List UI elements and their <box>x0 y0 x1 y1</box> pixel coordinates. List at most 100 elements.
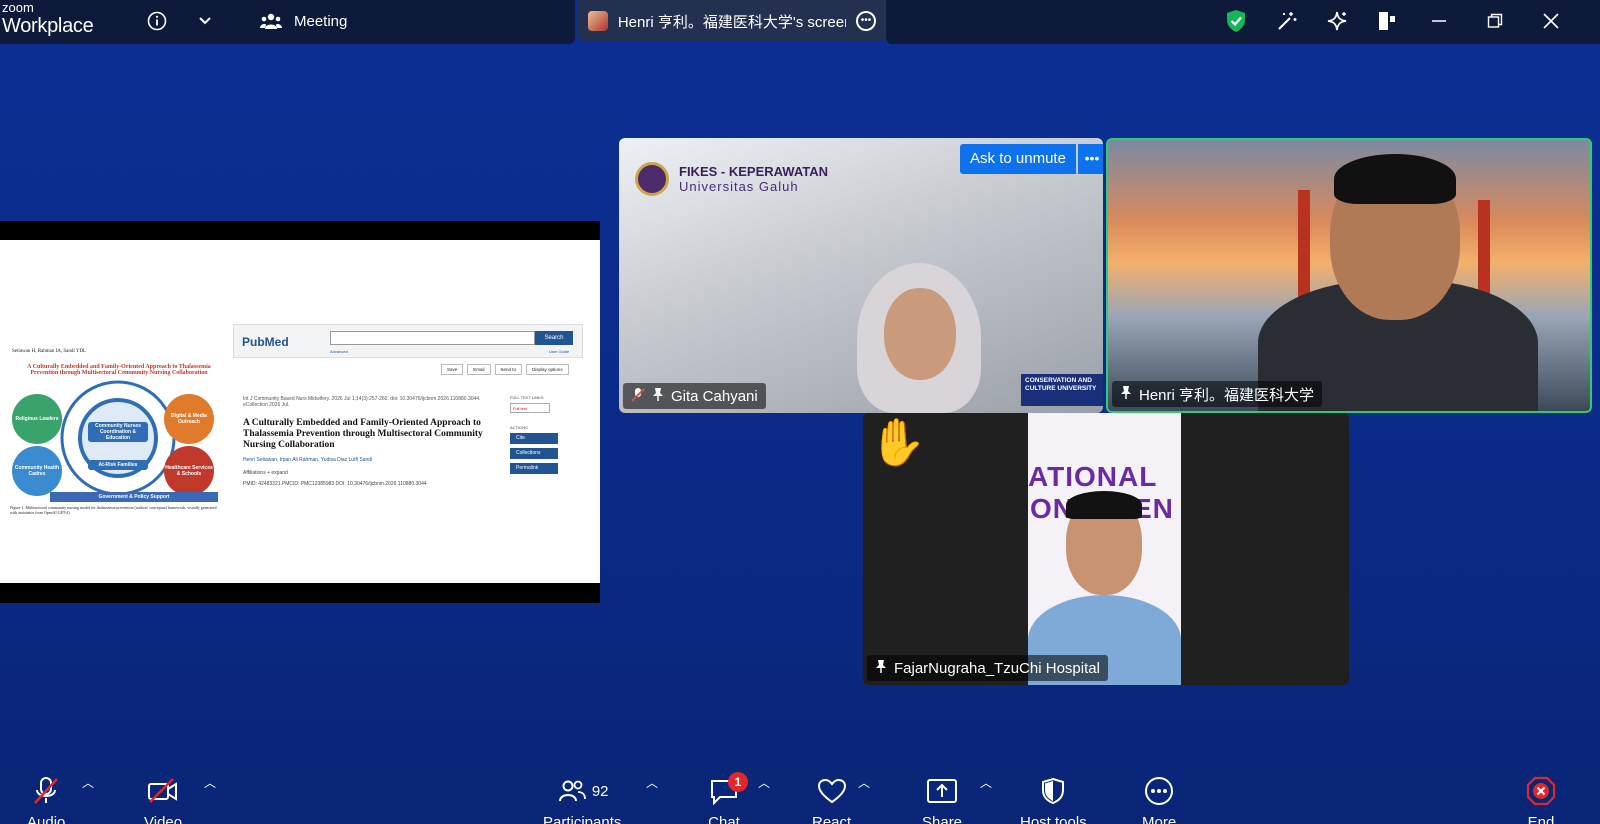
video-button[interactable]: Video <box>144 776 182 824</box>
pubmed-sidebar: FULL TEXT LINKS Full text ACTIONS Cite C… <box>510 395 570 478</box>
pubmed-journal-line: Int J Community Based Nurs Midwifery. 20… <box>243 396 481 408</box>
audio-label: Audio <box>27 814 66 824</box>
pubmed-article-title: A Culturally Embedded and Family-Oriente… <box>243 418 483 450</box>
video-tile-henri[interactable]: Henri 亨利。福建医科大学 <box>1106 138 1592 413</box>
participants-label: Participants <box>543 814 622 824</box>
pubmed-sendto-button[interactable]: Send to <box>494 364 523 375</box>
video-options-caret[interactable]: ︿ <box>204 774 216 791</box>
figure-policy-bar: Government & Policy Support <box>50 492 218 502</box>
conservation-banner: CONSERVATION AND CULTURE UNIVERSITY <box>1021 374 1103 406</box>
more-label: More <box>1142 814 1177 824</box>
participants-icon <box>260 13 282 29</box>
more-options-icon[interactable]: ••• <box>856 11 876 31</box>
meeting-toolbar: Audio ︿ Video ︿ 92 Participants ︿ 1 Chat… <box>0 760 1600 824</box>
participants-count: 92 <box>591 782 609 800</box>
node-religious-leaders: Religious Leaders <box>12 394 62 444</box>
audio-button[interactable]: Audio <box>27 776 65 824</box>
video-tile-gita[interactable]: FIKES - KEPERAWATAN Universitas Galuh As… <box>619 138 1103 413</box>
pubmed-search-input[interactable] <box>330 331 535 345</box>
zoom-logo: zoom Workplace <box>2 0 94 37</box>
pubmed-user-guide-link[interactable]: User Guide <box>549 349 569 354</box>
top-bar-right <box>886 0 1600 44</box>
org-line2: Universitas Galuh <box>679 179 799 194</box>
node-digital-media: Digital & Media Outreach <box>164 394 214 444</box>
figure-authors: Setiawan H, Rahman IA, Sandi YDL <box>12 349 87 354</box>
participant-name: FajarNugraha_TzuChi Hospital <box>894 659 1100 677</box>
pubmed-save-button[interactable]: Save <box>441 364 464 375</box>
pin-icon <box>1120 385 1132 403</box>
chevron-down-icon[interactable] <box>194 10 216 32</box>
view-layout-icon[interactable] <box>1376 10 1398 32</box>
pubmed-tools: Save Email Send to Display options <box>441 364 569 375</box>
meeting-menu[interactable]: Meeting <box>260 6 347 36</box>
host-tools-button[interactable]: Host tools <box>1020 776 1087 824</box>
figure-diagram: Religious Leaders Digital & Media Outrea… <box>8 380 218 498</box>
chat-options-caret[interactable]: ︿ <box>758 774 770 791</box>
node-community-nurses: Community Nurses Coordination & Educatio… <box>88 422 148 442</box>
shield-check-icon[interactable] <box>1224 8 1248 34</box>
pubmed-identifiers: PMID: 42483321 PMCID: PMC12385983 DOI: 1… <box>243 481 427 487</box>
heart-icon <box>816 776 848 806</box>
share-button[interactable]: Share <box>922 776 962 824</box>
end-meeting-icon <box>1525 776 1557 806</box>
permalink-button[interactable]: Permalink <box>510 463 558 474</box>
full-text-label: FULL TEXT LINKS <box>510 395 544 400</box>
chat-label: Chat <box>708 814 740 824</box>
restore-icon[interactable] <box>1484 10 1506 32</box>
collections-button[interactable]: Collections <box>510 448 558 459</box>
video-tile-fajar[interactable]: ATIONAL ONFEREN ✋ FajarNugraha_TzuChi Ho… <box>863 413 1349 685</box>
pubmed-email-button[interactable]: Email <box>467 364 491 375</box>
share-options-caret[interactable]: ︿ <box>980 774 992 791</box>
node-at-risk-families: At-Risk Families <box>88 460 148 470</box>
screen-share-tab[interactable]: Henri 亨利。福建医科大学's screen ••• <box>578 0 886 42</box>
poster-text-1: ATIONAL <box>1028 461 1158 492</box>
host-tools-label: Host tools <box>1020 814 1087 824</box>
node-healthcare-schools: Healthcare Services & Schools <box>164 446 214 496</box>
participants-button[interactable]: 92 Participants <box>543 776 621 824</box>
share-screen-icon <box>926 776 958 806</box>
chat-badge: 1 <box>728 772 748 792</box>
participant-name: Gita Cahyani <box>671 387 758 405</box>
cite-button[interactable]: Cite <box>510 433 558 444</box>
raised-hand-icon: ✋ <box>869 416 927 468</box>
tile-more-button[interactable]: ••• <box>1078 144 1103 174</box>
pin-icon <box>652 387 664 405</box>
info-icon[interactable] <box>146 10 168 32</box>
react-options-caret[interactable]: ︿ <box>858 774 870 791</box>
chat-icon: 1 <box>708 772 748 806</box>
shared-screen[interactable]: Setiawan H, Rahman IA, Sandi YDL A Cultu… <box>0 221 600 603</box>
react-label: React <box>812 814 852 824</box>
chat-button[interactable]: 1 Chat <box>708 772 748 824</box>
pubmed-affiliations[interactable]: Affiliations + expand <box>243 470 288 476</box>
pubmed-advanced-link[interactable]: Advanced <box>330 349 348 354</box>
more-button[interactable]: More <box>1142 776 1176 824</box>
name-tag-gita: Gita Cahyani <box>623 383 766 409</box>
audio-options-caret[interactable]: ︿ <box>82 774 94 791</box>
minimize-icon[interactable] <box>1428 10 1450 32</box>
camera-feed: ATIONAL ONFEREN <box>1028 413 1181 685</box>
pubmed-search-button[interactable]: Search <box>535 331 573 345</box>
node-health-cadres: Community Health Cadres <box>12 446 62 496</box>
org-line1: FIKES - KEPERAWATAN <box>679 164 829 179</box>
ai-companion-icon[interactable] <box>1326 10 1348 32</box>
ask-to-unmute-button[interactable]: Ask to unmute <box>960 144 1076 174</box>
pubmed-display-options[interactable]: Display options <box>526 364 569 375</box>
share-tab-label: Henri 亨利。福建医科大学's screen <box>617 13 847 31</box>
shared-document: Setiawan H, Rahman IA, Sandi YDL A Cultu… <box>0 240 600 583</box>
top-bar-left: zoom Workplace Meeting <box>0 0 575 44</box>
video-label: Video <box>144 814 183 824</box>
speaker-hair <box>1334 154 1456 204</box>
magic-wand-icon[interactable] <box>1276 10 1298 32</box>
full-text-button[interactable]: Full text <box>510 403 550 413</box>
pubmed-authors[interactable]: Henri Setiawan, Irpan Ali Rahman, Yudisa… <box>243 457 372 463</box>
react-button[interactable]: React <box>812 776 851 824</box>
university-logo: FIKES - KEPERAWATAN Universitas Galuh <box>635 162 828 196</box>
participants-options-caret[interactable]: ︿ <box>646 774 658 791</box>
close-icon[interactable] <box>1540 10 1562 32</box>
end-button[interactable]: End <box>1525 776 1557 824</box>
top-bar: zoom Workplace Meeting Henri 亨利。福建医科大学's… <box>0 0 1600 44</box>
pubmed-logo: PubMed <box>242 335 289 349</box>
name-tag-fajar: FajarNugraha_TzuChi Hospital <box>867 655 1108 681</box>
figure-caption: Figure 1: Multisectoral community nursin… <box>10 505 217 515</box>
mic-muted-icon <box>631 387 645 406</box>
